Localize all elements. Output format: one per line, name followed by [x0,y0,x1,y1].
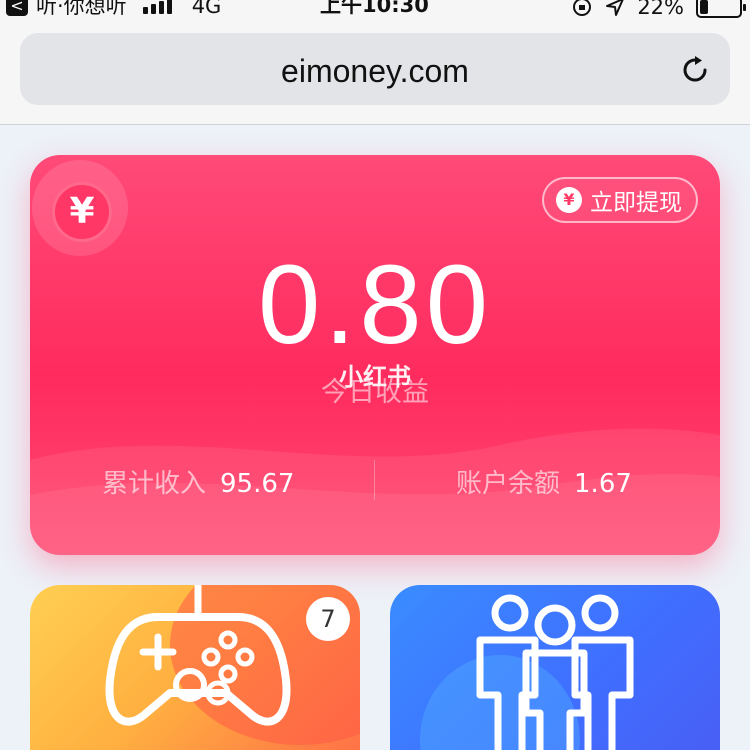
orientation-lock-icon [573,0,592,16]
earnings-stats: 累计收入 95.67 账户余额 1.67 [30,455,720,505]
carrier-name: 听·你想听 [36,0,127,18]
back-icon[interactable]: < [6,0,28,16]
url-text[interactable]: eimoney.com [20,53,730,90]
yuan-coin-icon: ¥ [52,182,112,242]
status-bar-left: < 听·你想听 4G [6,0,222,18]
network-type: 4G [191,0,222,18]
address-bar[interactable]: eimoney.com [20,33,730,105]
game-tile[interactable]: 7 [30,585,360,750]
browser-toolbar: eimoney.com [0,18,750,125]
total-income-value: 95.67 [220,469,295,499]
reload-icon[interactable] [678,53,712,87]
withdraw-yuan-icon: ¥ [556,187,582,213]
today-earnings-amount: 0.80 [258,242,492,367]
account-balance: 账户余额 1.67 [456,463,632,500]
withdraw-label: 立即提现 [590,190,682,216]
withdraw-button[interactable]: ¥ 立即提现 [542,177,698,223]
battery-percent: 22% [637,0,684,19]
group-icon [476,594,634,750]
total-income: 累计收入 95.67 [102,463,294,500]
signal-icon [142,0,172,14]
game-notification-badge: 7 [306,597,350,641]
earnings-card: ¥ ¥ 立即提现 0.80 今日收益 小红书 累计收入 95.67 账户余额 1.6… [30,155,720,555]
account-balance-label: 账户余额 [456,469,561,499]
account-balance-value: 1.67 [574,469,632,499]
watermark: 小红书 [339,363,411,391]
location-icon [606,0,624,16]
status-bar: < 听·你想听 4G 上午10:30 22% [0,0,750,18]
friends-tile[interactable] [390,585,720,750]
coin-halo: ¥ [32,160,128,256]
clock: 上午10:30 [320,0,429,17]
total-income-label: 累计收入 [102,469,207,499]
battery-icon [696,0,746,18]
stats-divider [374,460,375,500]
status-bar-right: 22% [571,0,746,19]
